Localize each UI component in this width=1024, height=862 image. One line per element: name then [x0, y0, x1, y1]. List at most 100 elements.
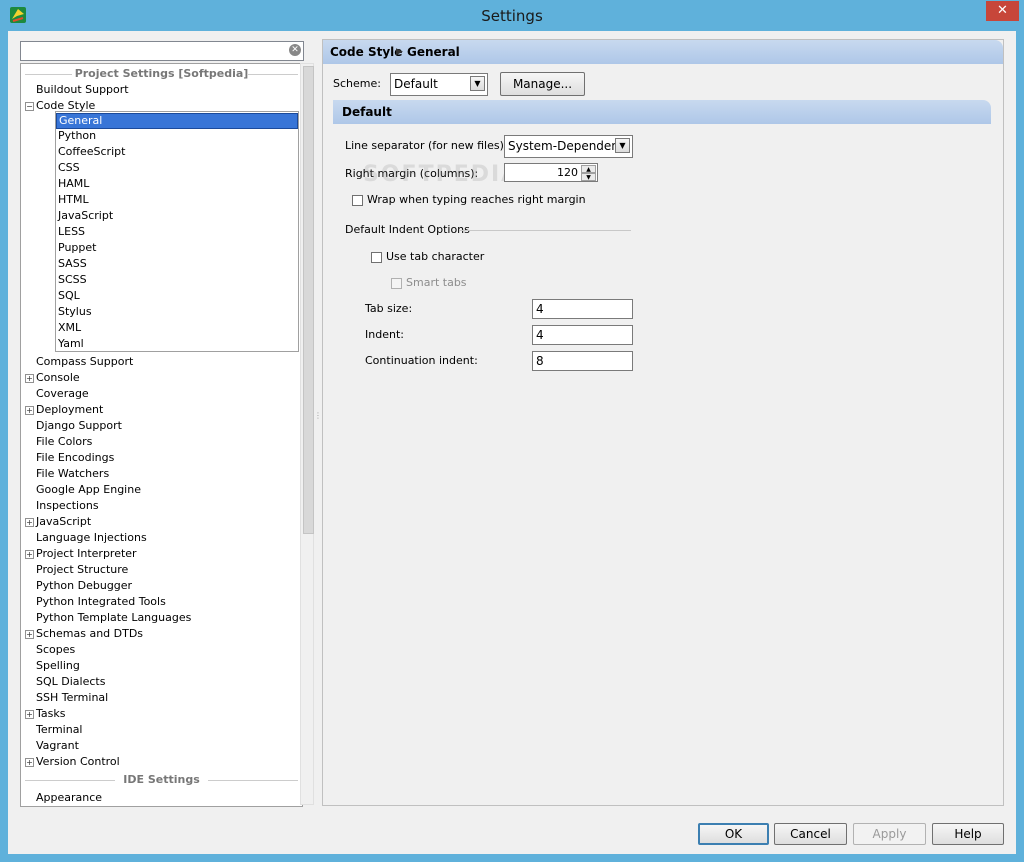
scheme-select[interactable]: Default ▼ — [390, 73, 488, 96]
tree-item-terminal[interactable]: Terminal — [25, 722, 83, 738]
tree-scrollbar[interactable] — [300, 63, 314, 805]
tree-item-file-encodings[interactable]: File Encodings — [25, 450, 114, 466]
tree-item-buildout-support[interactable]: Buildout Support — [25, 82, 129, 98]
tree-item-spelling[interactable]: Spelling — [25, 658, 80, 674]
tree-item-yaml[interactable]: Yaml — [58, 336, 84, 352]
tree-item-version-control[interactable]: + Version Control — [25, 754, 120, 770]
default-indent-options-label: Default Indent Options — [345, 223, 470, 236]
expand-icon[interactable]: + — [25, 518, 34, 527]
line-separator-label: Line separator (for new files): — [345, 139, 508, 152]
tree-item-css[interactable]: CSS — [58, 160, 80, 176]
wrap-checkbox[interactable] — [352, 195, 363, 206]
wrap-label: Wrap when typing reaches right margin — [367, 193, 586, 206]
tree-item-compass-support[interactable]: Compass Support — [25, 354, 133, 370]
collapse-icon[interactable]: − — [25, 102, 34, 111]
tree-item-inspections[interactable]: Inspections — [25, 498, 99, 514]
splitter-handle[interactable]: ⋮ — [314, 411, 322, 427]
breadcrumb-code-style: Code Style — [330, 45, 403, 59]
tree-item-python[interactable]: Python — [58, 128, 96, 144]
tree-item-python-template-languages[interactable]: Python Template Languages — [25, 610, 191, 626]
tree-item-appearance[interactable]: Appearance — [25, 790, 102, 806]
manage-button[interactable]: Manage... — [500, 72, 585, 96]
tree-item-general[interactable]: General — [56, 113, 298, 129]
settings-content-panel: Code Style ▶ General Scheme: Default ▼ M… — [322, 39, 1004, 806]
tree-item-python-integrated-tools[interactable]: Python Integrated Tools — [25, 594, 166, 610]
tree-item-google-app-engine[interactable]: Google App Engine — [25, 482, 141, 498]
tree-item-stylus[interactable]: Stylus — [58, 304, 92, 320]
tab-size-label: Tab size: — [365, 302, 413, 315]
cancel-button[interactable]: Cancel — [774, 823, 847, 845]
breadcrumb-general: General — [407, 45, 460, 59]
settings-search-input[interactable]: ✕ — [20, 41, 304, 61]
tree-item-python-debugger[interactable]: Python Debugger — [25, 578, 132, 594]
tree-item-schemas-and-dtds[interactable]: + Schemas and DTDs — [25, 626, 143, 642]
tree-item-puppet[interactable]: Puppet — [58, 240, 96, 256]
tree-item-deployment[interactable]: + Deployment — [25, 402, 103, 418]
code-style-children: General Python CoffeeScript CSS HAML HTM… — [55, 111, 299, 352]
smart-tabs-label: Smart tabs — [406, 276, 467, 289]
help-button[interactable]: Help — [932, 823, 1004, 845]
expand-icon[interactable]: + — [25, 406, 34, 415]
tree-item-scss[interactable]: SCSS — [58, 272, 87, 288]
scheme-label: Scheme: — [333, 77, 381, 90]
line-separator-select[interactable]: System-Dependent ▼ — [504, 135, 633, 158]
expand-icon[interactable]: + — [25, 758, 34, 767]
tree-item-sql-dialects[interactable]: SQL Dialects — [25, 674, 105, 690]
chevron-down-icon: ▼ — [470, 76, 485, 91]
project-settings-header: Project Settings [Softpedia] — [21, 66, 302, 82]
settings-window: Settings ✕ ✕ Project Settings [Softpedia… — [0, 0, 1024, 862]
title-bar[interactable]: Settings ✕ — [0, 0, 1024, 32]
continuation-indent-input[interactable]: 8 — [532, 351, 633, 371]
ok-button[interactable]: OK — [698, 823, 769, 845]
chevron-down-icon: ▼ — [615, 138, 630, 153]
continuation-indent-label: Continuation indent: — [365, 354, 478, 367]
expand-icon[interactable]: + — [25, 550, 34, 559]
tree-item-html[interactable]: HTML — [58, 192, 89, 208]
tree-item-file-watchers[interactable]: File Watchers — [25, 466, 109, 482]
tree-item-file-colors[interactable]: File Colors — [25, 434, 92, 450]
right-margin-spinner[interactable]: 120 ▲ ▼ — [504, 163, 598, 182]
close-window-button[interactable]: ✕ — [986, 1, 1019, 21]
tree-item-django-support[interactable]: Django Support — [25, 418, 122, 434]
tab-size-input[interactable]: 4 — [532, 299, 633, 319]
tree-item-project-interpreter[interactable]: + Project Interpreter — [25, 546, 137, 562]
indent-input[interactable]: 4 — [532, 325, 633, 345]
spin-down-icon[interactable]: ▼ — [581, 173, 596, 181]
tree-item-coverage[interactable]: Coverage — [25, 386, 89, 402]
tree-item-sql[interactable]: SQL — [58, 288, 80, 304]
indent-label: Indent: — [365, 328, 404, 341]
smart-tabs-checkbox[interactable] — [391, 278, 402, 289]
section-header-default: Default — [333, 100, 991, 124]
tree-item-sass[interactable]: SASS — [58, 256, 87, 272]
tree-item-haml[interactable]: HAML — [58, 176, 89, 192]
use-tab-checkbox[interactable] — [371, 252, 382, 263]
tree-item-language-injections[interactable]: Language Injections — [25, 530, 147, 546]
panel-breadcrumb: Code Style ▶ General — [323, 40, 1003, 64]
tree-item-less[interactable]: LESS — [58, 224, 85, 240]
ide-settings-header: IDE Settings — [21, 772, 302, 788]
tree-item-javascript[interactable]: + JavaScript — [25, 514, 91, 530]
tree-item-project-structure[interactable]: Project Structure — [25, 562, 128, 578]
tree-item-tasks[interactable]: + Tasks — [25, 706, 65, 722]
use-tab-label: Use tab character — [386, 250, 485, 263]
breadcrumb-arrow-icon: ▶ — [396, 47, 403, 57]
spin-up-icon[interactable]: ▲ — [581, 165, 596, 173]
expand-icon[interactable]: + — [25, 374, 34, 383]
dialog-client-area: ✕ Project Settings [Softpedia] Buildout … — [8, 31, 1016, 854]
tree-item-scopes[interactable]: Scopes — [25, 642, 75, 658]
group-divider — [459, 230, 631, 231]
tree-item-xml[interactable]: XML — [58, 320, 81, 336]
tree-scrollbar-thumb[interactable] — [303, 66, 314, 534]
apply-button[interactable]: Apply — [853, 823, 926, 845]
window-title: Settings — [481, 7, 543, 25]
clear-search-icon[interactable]: ✕ — [289, 44, 301, 56]
settings-tree: Project Settings [Softpedia] Buildout Su… — [20, 63, 303, 807]
expand-icon[interactable]: + — [25, 630, 34, 639]
softpedia-watermark: SOFTPEDIA — [363, 162, 521, 187]
tree-item-ssh-terminal[interactable]: SSH Terminal — [25, 690, 108, 706]
tree-item-vagrant[interactable]: Vagrant — [25, 738, 79, 754]
expand-icon[interactable]: + — [25, 710, 34, 719]
tree-item-coffeescript[interactable]: CoffeeScript — [58, 144, 125, 160]
tree-item-javascript-style[interactable]: JavaScript — [58, 208, 113, 224]
tree-item-console[interactable]: + Console — [25, 370, 80, 386]
